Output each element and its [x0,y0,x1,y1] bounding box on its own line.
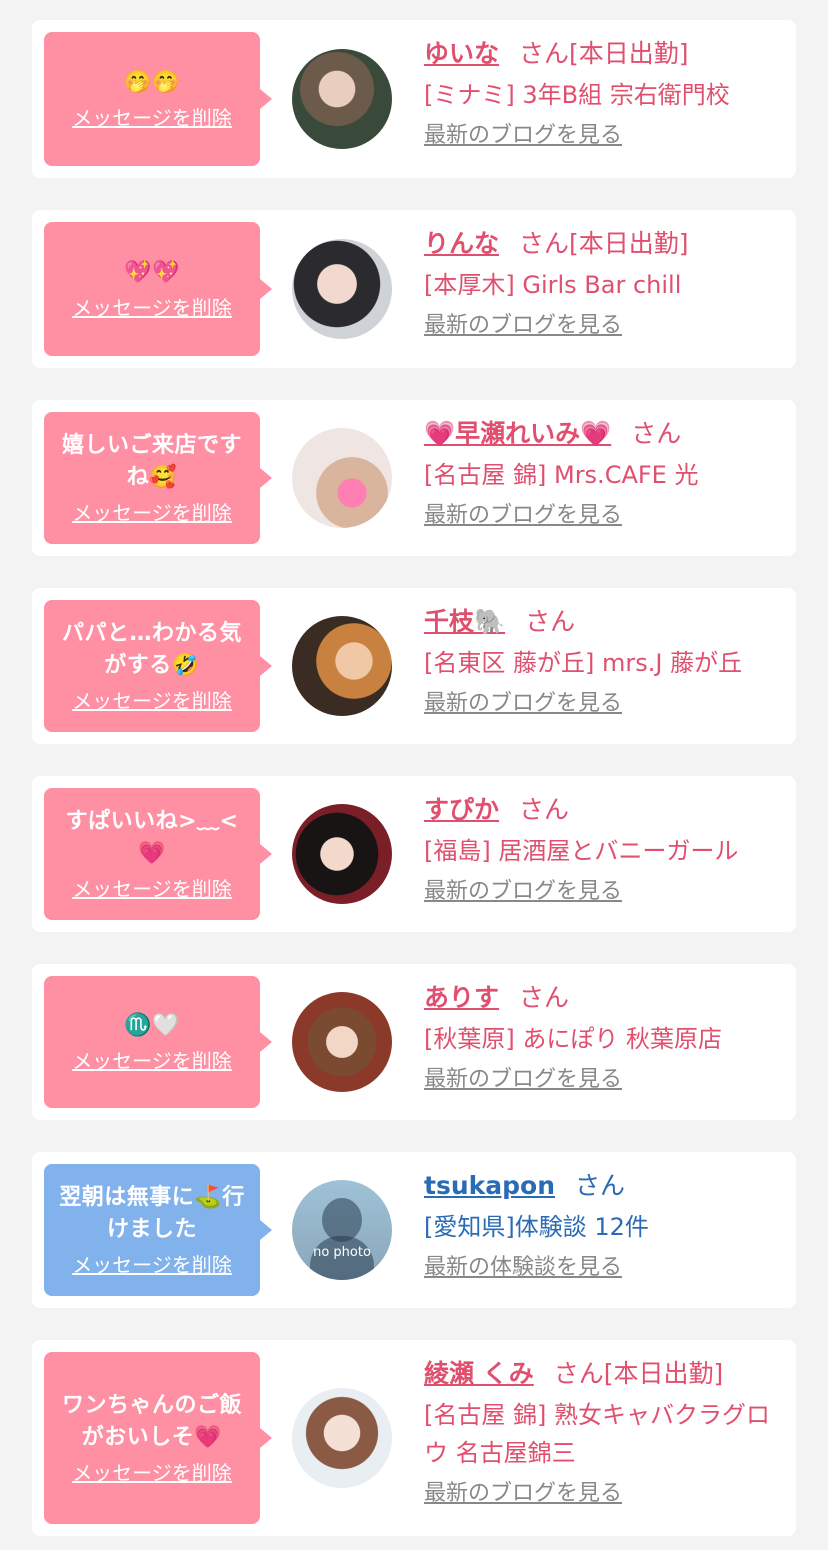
avatar[interactable] [292,616,392,716]
delete-message-link[interactable]: メッセージを削除 [72,876,232,902]
message-text: 💖💖 [124,260,180,285]
message-list: 🤭🤭 メッセージを削除 ゆいな さん[本日出勤] [ミナミ] 3年B組 宗右衛門校 最新の… [0,0,828,1550]
delete-message-link[interactable]: メッセージを削除 [72,105,232,131]
message-card: ♏️🤍 メッセージを削除 ありす さん [秋葉原] あにぽり 秋葉原店最新のブログを見る [32,964,796,1120]
latest-post-link[interactable]: 最新のブログを見る [424,876,622,908]
message-bubble: すぱいいね>﹏<💗 メッセージを削除 [44,788,272,920]
profile-info: ゆいな さん[本日出勤] [ミナミ] 3年B組 宗右衛門校最新のブログを見る [424,36,776,152]
name-row: 綾瀬 くみ さん[本日出勤] [424,1356,776,1392]
avatar[interactable] [292,239,392,339]
profile-name-link[interactable]: りんな [424,229,499,258]
honorific-label: さん [519,39,570,68]
honorific-label: さん [519,229,570,258]
profile-info: 千枝🐘 さん [名東区 藤が丘] mrs.J 藤が丘最新のブログを見る [424,604,776,720]
honorific-label: さん [519,983,570,1012]
latest-post-link[interactable]: 最新のブログを見る [424,310,622,342]
name-row: ゆいな さん[本日出勤] [424,36,776,72]
avatar[interactable]: no photo [292,1180,392,1280]
message-card: すぱいいね>﹏<💗 メッセージを削除 すぴか さん [福島] 居酒屋とバニーガール最新の… [32,776,796,932]
delete-message-link[interactable]: メッセージを削除 [72,1252,232,1278]
message-bubble: 💖💖 メッセージを削除 [44,222,272,356]
shop-info: [秋葉原] あにぽり 秋葉原店 [424,1025,722,1053]
delete-message-link[interactable]: メッセージを削除 [72,1048,232,1074]
message-text: すぱいいね>﹏<💗 [65,809,239,866]
honorific-label: さん [553,1359,604,1388]
shop-info: [愛知県]体験談 12件 [424,1213,649,1241]
message-bubble: ♏️🤍 メッセージを削除 [44,976,272,1108]
delete-message-link[interactable]: メッセージを削除 [72,295,232,321]
latest-post-link[interactable]: 最新のブログを見る [424,500,622,532]
name-row: すぴか さん [424,792,776,828]
message-bubble: ワンちゃんのご飯がおいしそ💗 メッセージを削除 [44,1352,272,1524]
profile-info: すぴか さん [福島] 居酒屋とバニーガール最新のブログを見る [424,792,776,908]
honorific-label: さん [631,419,682,448]
delete-message-link[interactable]: メッセージを削除 [72,688,232,714]
name-row: 千枝🐘 さん [424,604,776,640]
shop-info: [ミナミ] 3年B組 宗右衛門校 [424,81,730,109]
message-bubble: 嬉しいご来店ですね🥰 メッセージを削除 [44,412,272,544]
shop-info: [名古屋 錦] Mrs.CAFE 光 [424,461,699,489]
name-row: りんな さん[本日出勤] [424,226,776,262]
name-row: ありす さん [424,980,776,1016]
attendance-status: [本日出勤] [569,229,689,258]
message-card: 嬉しいご来店ですね🥰 メッセージを削除 💗早瀬れいみ💗 さん [名古屋 錦] Mrs.C… [32,400,796,556]
profile-name-link[interactable]: 千枝🐘 [424,607,505,636]
attendance-status: [本日出勤] [569,39,689,68]
honorific-label: さん [575,1171,626,1200]
no-photo-label: no photo [313,1245,371,1260]
profile-name-link[interactable]: 💗早瀬れいみ💗 [424,419,611,448]
latest-post-link[interactable]: 最新の体験談を見る [424,1252,622,1284]
latest-post-link[interactable]: 最新のブログを見る [424,1478,622,1510]
profile-name-link[interactable]: tsukapon [424,1171,555,1200]
avatar[interactable] [292,992,392,1092]
message-card: 🤭🤭 メッセージを削除 ゆいな さん[本日出勤] [ミナミ] 3年B組 宗右衛門校最新の… [32,20,796,178]
attendance-status: [本日出勤] [603,1359,724,1388]
avatar[interactable] [292,804,392,904]
message-card: パパと…わかる気がする🤣 メッセージを削除 千枝🐘 さん [名東区 藤が丘] mrs.J… [32,588,796,744]
shop-info: [名古屋 錦] 熟女キャバクラグロウ 名古屋錦三 [424,1401,770,1467]
profile-info: りんな さん[本日出勤] [本厚木] Girls Bar chill 最新のブログを見… [424,226,776,342]
latest-post-link[interactable]: 最新のブログを見る [424,688,622,720]
name-row: 💗早瀬れいみ💗 さん [424,416,776,452]
shop-info: [福島] 居酒屋とバニーガール [424,837,739,865]
latest-post-link[interactable]: 最新のブログを見る [424,1064,622,1096]
message-card: ワンちゃんのご飯がおいしそ💗 メッセージを削除 綾瀬 くみ さん[本日出勤] [名古屋 … [32,1340,796,1536]
profile-name-link[interactable]: ゆいな [424,39,499,68]
profile-name-link[interactable]: すぴか [424,795,499,824]
message-card: 翌朝は無事に⛳️行けましたメッセージを削除 no photo tsukapon さん [… [32,1152,796,1308]
profile-info: 綾瀬 くみ さん[本日出勤] [名古屋 錦] 熟女キャバクラグロウ 名古屋錦三最新の… [424,1356,776,1510]
shop-info: [名東区 藤が丘] mrs.J 藤が丘 [424,649,743,677]
delete-message-link[interactable]: メッセージを削除 [72,500,232,526]
message-text: 嬉しいご来店ですね🥰 [61,433,242,490]
message-card: 💖💖 メッセージを削除 りんな さん[本日出勤] [本厚木] Girls Bar chi… [32,210,796,368]
avatar[interactable] [292,1388,392,1488]
message-text: パパと…わかる気がする🤣 [61,621,242,678]
latest-post-link[interactable]: 最新のブログを見る [424,120,622,152]
profile-name-link[interactable]: 綾瀬 くみ [424,1359,534,1388]
name-row: tsukapon さん [424,1168,776,1204]
delete-message-link[interactable]: メッセージを削除 [72,1460,232,1486]
honorific-label: さん [519,795,570,824]
shop-info: [本厚木] Girls Bar chill [424,271,682,299]
honorific-label: さん [525,607,576,636]
profile-info: 💗早瀬れいみ💗 さん [名古屋 錦] Mrs.CAFE 光最新のブログを見る [424,416,776,532]
message-bubble: 🤭🤭 メッセージを削除 [44,32,272,166]
profile-info: ありす さん [秋葉原] あにぽり 秋葉原店最新のブログを見る [424,980,776,1096]
message-text: 翌朝は無事に⛳️行けました [59,1185,245,1242]
profile-name-link[interactable]: ありす [424,983,499,1012]
avatar[interactable] [292,49,392,149]
message-bubble: 翌朝は無事に⛳️行けましたメッセージを削除 [44,1164,272,1296]
message-text: ワンちゃんのご飯がおいしそ💗 [61,1393,242,1450]
avatar[interactable] [292,428,392,528]
message-text: 🤭🤭 [124,70,180,95]
message-text: ♏️🤍 [124,1013,180,1038]
message-bubble: パパと…わかる気がする🤣 メッセージを削除 [44,600,272,732]
profile-info: tsukapon さん [愛知県]体験談 12件最新の体験談を見る [424,1168,776,1284]
